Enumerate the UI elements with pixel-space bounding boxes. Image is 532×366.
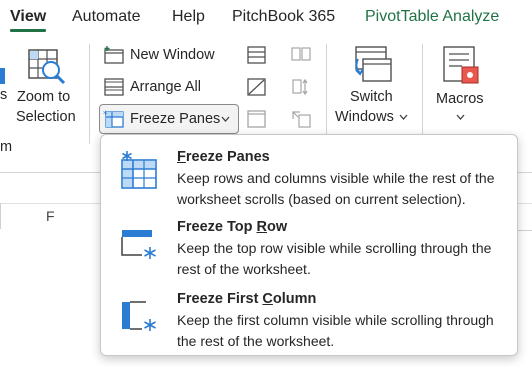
view-side-by-side-icon[interactable] (290, 45, 312, 65)
column-divider (0, 203, 1, 229)
menu-item-title: Freeze Panes (177, 149, 270, 165)
menu-item-title: Freeze Top Row (177, 219, 288, 235)
menu-item-description: Keep the top row visible while scrolling… (177, 240, 492, 277)
macros-label: Macros (436, 91, 484, 107)
freeze-panes-icon (121, 151, 157, 189)
column-header-f[interactable]: F (46, 208, 55, 224)
access-key: R (256, 219, 267, 235)
menu-item-freeze-panes[interactable]: Freeze Panes Keep rows and columns visib… (101, 139, 517, 209)
arrange-all-icon (104, 78, 124, 96)
chevron-down-icon (399, 114, 408, 120)
freeze-panes-label: Freeze Panes (130, 111, 221, 127)
reset-window-position-icon[interactable] (290, 109, 312, 129)
synchronous-scrolling-icon[interactable] (290, 77, 312, 97)
tab-help[interactable]: Help (172, 8, 205, 26)
menu-item-freeze-first-column[interactable]: Freeze First Column Keep the first colum… (101, 283, 517, 353)
partial-button-label[interactable]: s (0, 87, 7, 103)
menu-item-title: Freeze First Column (177, 291, 317, 307)
group-separator (326, 44, 327, 144)
freeze-panes-menu: Freeze Panes Keep rows and columns visib… (100, 134, 518, 356)
chevron-down-icon (456, 114, 465, 120)
macros-icon (443, 46, 479, 84)
tab-pivottable-analyze[interactable]: PivotTable Analyze (365, 8, 499, 26)
partial-group-label: m (0, 139, 13, 155)
new-window-label: New Window (130, 47, 215, 63)
menu-item-description: Keep the first column visible while scro… (177, 312, 494, 349)
menu-item-description: Keep rows and columns visible while the … (177, 170, 495, 207)
sheet-cells[interactable] (0, 229, 100, 366)
tab-view[interactable]: View (10, 8, 47, 32)
freeze-top-row-icon (121, 230, 156, 259)
zoom-to-selection-label-1: Zoom to (17, 89, 71, 105)
chevron-down-icon (221, 116, 230, 122)
switch-windows-label-2: Windows (335, 109, 394, 125)
menu-item-freeze-top-row[interactable]: Freeze Top Row Keep the top row visible … (101, 211, 517, 281)
access-key: F (177, 149, 186, 165)
ribbon-tab-bar: View Automate Help PitchBook 365 PivotTa… (0, 0, 532, 34)
arrange-all-label: Arrange All (130, 79, 201, 95)
freeze-panes-button[interactable]: * Freeze Panes (99, 104, 239, 134)
group-separator (422, 44, 423, 144)
tab-automate[interactable]: Automate (72, 8, 140, 26)
svg-text:*: * (103, 110, 108, 120)
unhide-window-icon[interactable] (246, 109, 268, 129)
hide-window-icon[interactable] (246, 77, 268, 97)
zoom-to-selection-label-2: Selection (16, 109, 76, 125)
freeze-first-column-icon (122, 301, 156, 331)
zoom-to-selection-icon (28, 49, 66, 85)
split-icon[interactable] (246, 45, 268, 65)
group-separator (89, 44, 90, 144)
new-window-icon (104, 46, 124, 64)
tab-pitchbook-365[interactable]: PitchBook 365 (232, 8, 335, 26)
partial-icon (0, 68, 5, 84)
switch-windows-label-1: Switch (350, 89, 393, 105)
access-key: C (262, 291, 273, 307)
switch-windows-icon (355, 46, 392, 82)
freeze-panes-icon: * (103, 110, 124, 128)
